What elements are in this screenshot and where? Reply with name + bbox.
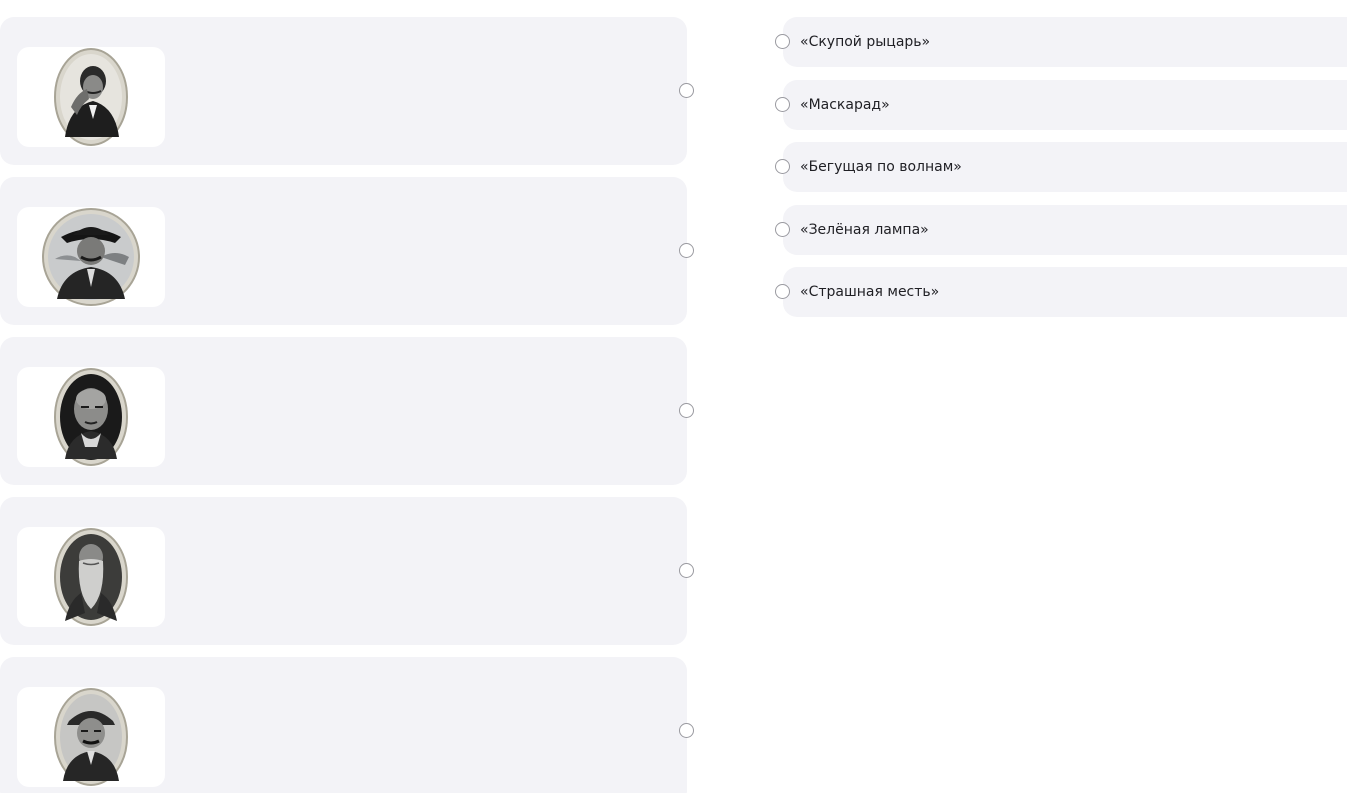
option-item-4[interactable]: «Зелёная лампа» (775, 204, 1347, 255)
matching-exercise: «Скупой рыцарь» «Маскарад» «Бегущая по в… (0, 0, 1347, 793)
portrait-card-1[interactable] (0, 17, 694, 165)
portrait-man-long-beard-icon (54, 528, 128, 626)
portrait-list (0, 17, 694, 793)
option-label: «Маскарад» (800, 96, 890, 113)
left-connector-dot[interactable] (679, 243, 694, 258)
left-connector-dot[interactable] (679, 723, 694, 738)
option-item-5[interactable]: «Страшная месть» (775, 267, 1347, 317)
right-connector-dot[interactable] (775, 96, 790, 112)
portrait-frame (17, 527, 165, 627)
portrait-frame (17, 207, 165, 307)
option-label: «Зелёная лампа» (800, 221, 929, 238)
right-connector-dot[interactable] (775, 34, 790, 49)
portrait-frame (17, 47, 165, 147)
left-connector-dot[interactable] (679, 83, 694, 98)
portrait-card-5[interactable] (0, 657, 694, 793)
option-item-2[interactable]: «Маскарад» (775, 79, 1347, 130)
portrait-card-2[interactable] (0, 177, 694, 325)
right-connector-dot[interactable] (775, 159, 790, 174)
portrait-frame (17, 367, 165, 467)
left-connector-dot[interactable] (679, 403, 694, 418)
option-label: «Страшная месть» (800, 284, 940, 300)
portrait-man-mustache-hand-on-cheek-icon (54, 48, 128, 146)
option-item-3[interactable]: «Бегущая по волнам» (775, 142, 1347, 192)
option-item-1[interactable]: «Скупой рыцарь» (775, 17, 1347, 67)
right-connector-dot[interactable] (775, 221, 790, 237)
portrait-man-cap-mustache-icon (54, 688, 128, 786)
portrait-frame (17, 687, 165, 787)
portrait-man-hat-mustache-icon (42, 208, 140, 306)
right-connector-dot[interactable] (775, 284, 790, 299)
portrait-card-4[interactable] (0, 497, 694, 645)
option-label: «Скупой рыцарь» (800, 34, 931, 50)
portrait-man-bald-icon (54, 368, 128, 466)
option-label: «Бегущая по волнам» (800, 159, 962, 175)
option-list: «Скупой рыцарь» «Маскарад» «Бегущая по в… (775, 17, 1347, 330)
left-connector-dot[interactable] (679, 563, 694, 578)
portrait-card-3[interactable] (0, 337, 694, 485)
